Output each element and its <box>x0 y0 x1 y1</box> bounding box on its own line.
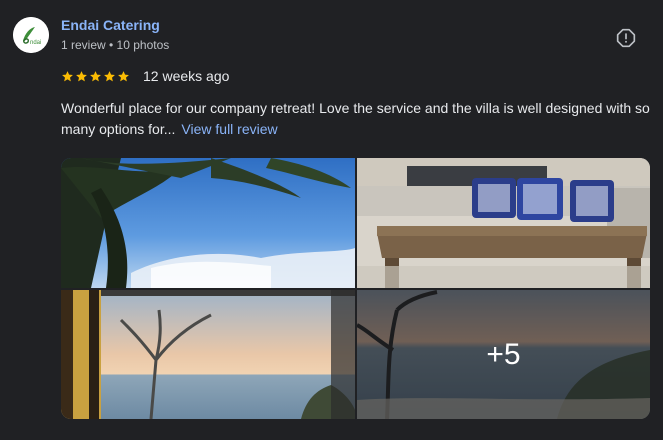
sunset-sea-view-photo[interactable] <box>61 290 355 419</box>
reviewer-meta: 1 review • 10 photos <box>61 38 170 52</box>
palm-tree-sky-photo[interactable] <box>61 158 355 288</box>
star-icon <box>118 70 129 81</box>
photo-grid: +5 <box>61 158 650 419</box>
more-photos-overlay[interactable]: +5 <box>357 290 650 419</box>
review-card: ndai Endai Catering 1 review • 10 photos… <box>0 0 663 440</box>
more-photos-count: +5 <box>486 337 521 371</box>
reviewer-avatar[interactable]: ndai <box>13 17 49 53</box>
star-icon <box>90 70 101 81</box>
endai-logo-icon: ndai <box>13 17 49 53</box>
review-body: Wonderful place for our company retreat!… <box>61 100 650 137</box>
avatar-logo-text: ndai <box>30 40 41 46</box>
view-full-review-link[interactable]: View full review <box>181 121 277 137</box>
dusk-sea-photo[interactable]: +5 <box>357 290 650 419</box>
report-icon <box>616 28 636 48</box>
star-icon <box>76 70 87 81</box>
rating-row: 12 weeks ago <box>61 68 229 84</box>
wooden-bench-cushions-photo[interactable] <box>357 158 650 288</box>
reviewer-name[interactable]: Endai Catering <box>61 17 160 33</box>
review-date: 12 weeks ago <box>143 68 230 84</box>
star-rating <box>61 70 130 83</box>
star-icon <box>62 70 73 81</box>
report-review-button[interactable] <box>612 24 640 52</box>
star-icon <box>104 70 115 81</box>
review-text: Wonderful place for our company retreat!… <box>61 98 655 140</box>
